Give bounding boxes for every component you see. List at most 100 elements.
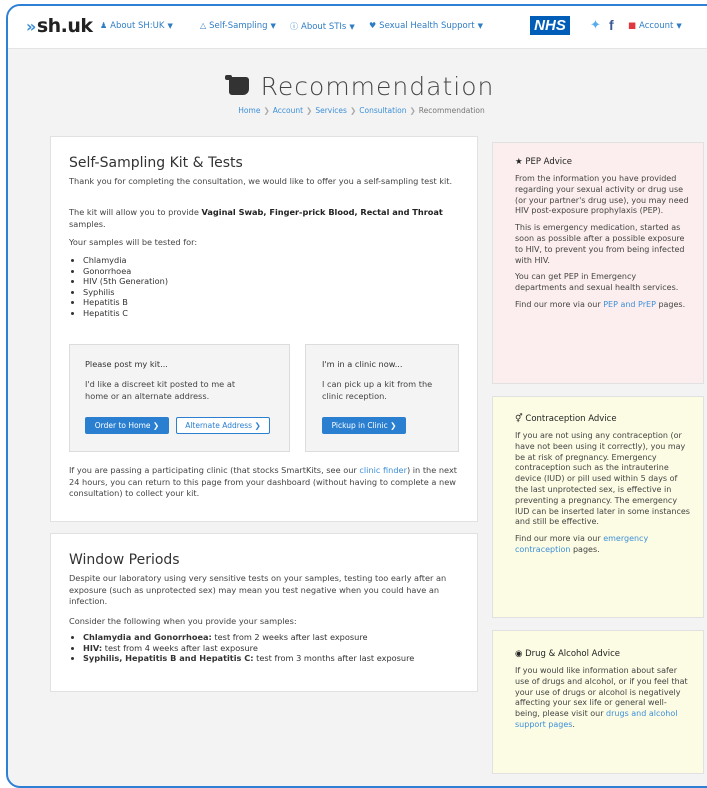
breadcrumb-account[interactable]: Account <box>273 106 303 115</box>
window-intro: Despite our laboratory using very sensit… <box>69 573 447 606</box>
window-item-bold: HIV: <box>83 642 103 653</box>
contraception-title-text: Contraception Advice <box>525 414 617 424</box>
heart-icon: ♥ <box>369 21 377 30</box>
breadcrumb-consultation[interactable]: Consultation <box>359 106 406 115</box>
nav-about-shuk-label: About SH:UK <box>110 21 165 31</box>
kit-footer-pre: If you are passing a participating clini… <box>69 465 360 475</box>
drug-paragraph: If you would like information about safe… <box>515 666 690 731</box>
info-icon: ⓘ <box>290 22 298 31</box>
scroll-icon <box>224 75 249 95</box>
breadcrumb-separator-icon: ❯ <box>306 106 313 115</box>
pep-more-pre: Find our more via our <box>515 299 604 309</box>
post-kit-text: I'd like a discreet kit posted to me at … <box>85 379 236 401</box>
window-item-bold: Chlamydia and Gonorrhoea: <box>83 632 212 642</box>
window-item-text: test from 4 weeks after last exposure <box>102 642 258 653</box>
nav-self-sampling-label: Self-Sampling <box>209 21 268 31</box>
tests-list: Chlamydia Gonorrhoea HIV (5th Generation… <box>69 255 168 318</box>
brand-text: sh.uk <box>36 15 93 37</box>
pep-prep-link[interactable]: PEP and PrEP <box>603 300 656 309</box>
contraception-more-pre: Find our more via our <box>515 534 604 544</box>
kit-allow-text: The kit will allow you to provide Vagina… <box>69 207 461 230</box>
kit-tested-for: Your samples will be tested for: <box>69 237 198 247</box>
alternate-address-label: Alternate Address <box>185 421 253 430</box>
caret-down-icon: ▼ <box>270 22 276 30</box>
contraception-paragraph: Find our more via our emergency contrace… <box>515 534 690 556</box>
window-periods-panel: Window Periods Despite our laboratory us… <box>50 533 478 692</box>
kit-title: Self-Sampling Kit & Tests <box>69 155 243 171</box>
breadcrumb-home[interactable]: Home <box>238 106 260 115</box>
breadcrumb-current: Recommendation <box>418 106 485 115</box>
nav-account[interactable]: ■ Account ▼ <box>628 21 682 31</box>
breadcrumb-separator-icon: ❯ <box>349 106 357 115</box>
user-icon: ♟ <box>100 21 108 30</box>
chevron-right-icon: ❯ <box>390 421 397 430</box>
breadcrumb-services[interactable]: Services <box>315 106 347 115</box>
nav-sexual-health-support[interactable]: ♥ Sexual Health Support ▼ <box>369 21 483 31</box>
top-navbar: »sh.uk ♟ About SH:UK ▼ △ Self-Sampling ▼ ⓘ Ab… <box>8 6 707 49</box>
alternate-address-button[interactable]: Alternate Address ❯ <box>176 417 270 434</box>
list-item: HIV (5th Generation) <box>83 276 168 287</box>
nav-about-stis-label: About STIs <box>301 22 347 32</box>
post-kit-title: Please post my kit... <box>85 359 168 369</box>
pep-paragraph: Find our more via our PEP and PrEP pages… <box>515 300 690 311</box>
caret-down-icon: ▼ <box>477 22 483 30</box>
clinic-text: I can pick up a kit from the clinic rece… <box>322 379 433 401</box>
kit-sample-types: Vaginal Swab, Finger-prick Blood, Rectal… <box>201 207 443 217</box>
nhs-logo[interactable]: NHS <box>530 16 570 35</box>
ribbon-icon: ★ <box>515 157 523 167</box>
window-title: Window Periods <box>69 552 180 568</box>
order-to-home-button[interactable]: Order to Home ❯ <box>85 417 169 434</box>
list-item: Hepatitis C <box>83 308 168 319</box>
post-kit-box: Please post my kit... I'd like a discree… <box>69 344 290 452</box>
window-item-bold: Syphilis, Hepatitis B and Hepatitis C: <box>83 653 254 663</box>
pep-more-post: pages. <box>655 299 686 309</box>
window-list: Chlamydia and Gonorrhoea: test from 2 we… <box>69 632 414 664</box>
nav-sexual-health-support-label: Sexual Health Support <box>379 21 475 31</box>
drug-body: If you would like information about safe… <box>515 666 690 737</box>
caret-down-icon: ▼ <box>167 22 173 30</box>
list-item: Gonorrhoea <box>83 266 168 277</box>
contraception-paragraph: If you are not using any contraception (… <box>515 431 690 527</box>
kit-panel: Self-Sampling Kit & Tests Thank you for … <box>50 136 478 522</box>
chevron-right-icon: ❯ <box>254 421 261 430</box>
pep-title: ★ PEP Advice <box>515 157 572 167</box>
pep-body: From the information you have provided r… <box>515 174 690 317</box>
list-item: HIV: test from 4 weeks after last exposu… <box>83 643 414 654</box>
breadcrumb-separator-icon: ❯ <box>263 106 270 115</box>
window-item-text: test from 2 weeks after last exposure <box>211 632 368 642</box>
breadcrumb-separator-icon: ❯ <box>409 106 416 115</box>
list-item: Hepatitis B <box>83 297 168 308</box>
page-title: Recommendation <box>8 72 707 101</box>
binoculars-icon: ◉ <box>515 649 523 659</box>
list-item: Chlamydia and Gonorrhoea: test from 2 we… <box>83 632 414 643</box>
list-item: Syphilis, Hepatitis B and Hepatitis C: t… <box>83 653 414 664</box>
browser-frame: »sh.uk ♟ About SH:UK ▼ △ Self-Sampling ▼ ⓘ Ab… <box>6 4 707 788</box>
facebook-icon[interactable]: f <box>609 17 614 33</box>
kit-intro: Thank you for completing the consultatio… <box>69 176 453 186</box>
lock-icon: ■ <box>628 21 637 31</box>
list-item: Syphilis <box>83 287 168 298</box>
nav-about-shuk[interactable]: ♟ About SH:UK ▼ <box>100 21 173 31</box>
twitter-icon[interactable]: ✦ <box>590 18 601 33</box>
kit-footer-text: If you are passing a participating clini… <box>69 465 463 500</box>
kit-allow-post: samples. <box>69 218 106 229</box>
pickup-in-clinic-button[interactable]: Pickup in Clinic ❯ <box>322 417 406 434</box>
drug-title: ◉ Drug & Alcohol Advice <box>515 649 620 659</box>
nav-self-sampling[interactable]: △ Self-Sampling ▼ <box>200 21 276 31</box>
chevron-logo-icon: » <box>26 17 36 36</box>
nav-account-label: Account <box>639 21 674 31</box>
nav-about-stis[interactable]: ⓘ About STIs ▼ <box>290 21 355 32</box>
pickup-in-clinic-label: Pickup in Clinic <box>331 421 388 430</box>
drug-alcohol-advice-panel: ◉ Drug & Alcohol Advice If you would lik… <box>492 630 704 774</box>
contraception-body: If you are not using any contraception (… <box>515 431 690 562</box>
order-to-home-label: Order to Home <box>94 421 151 430</box>
brand-logo[interactable]: »sh.uk <box>26 15 93 37</box>
contraception-more-post: pages. <box>570 544 600 554</box>
clinic-finder-link[interactable]: clinic finder <box>359 465 407 475</box>
flask-icon: △ <box>200 21 207 30</box>
caret-down-icon: ▼ <box>349 23 355 31</box>
pep-paragraph: From the information you have provided r… <box>515 174 689 216</box>
drug-text-post: . <box>572 719 575 729</box>
clinic-title: I'm in a clinic now... <box>322 359 403 369</box>
window-consider: Consider the following when you provide … <box>69 616 297 626</box>
